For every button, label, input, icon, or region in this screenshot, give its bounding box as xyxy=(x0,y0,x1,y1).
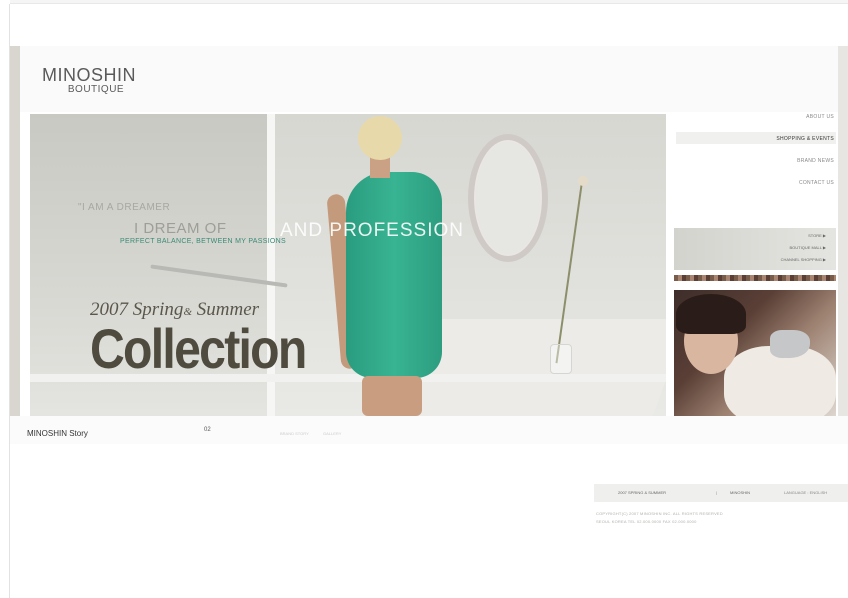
sub-nav-store[interactable]: STORE ▶ xyxy=(808,233,826,238)
site-frame: MINOSHIN BOUTIQUE "I AM A DREAMER I DREA… xyxy=(10,46,848,598)
browser-top-edge xyxy=(10,0,848,4)
model-legs xyxy=(362,376,422,416)
pattern-strip-image xyxy=(674,275,836,281)
model-hair xyxy=(358,116,402,160)
sub-nav-boutique-mall[interactable]: BOUTIQUE MALL ▶ xyxy=(790,245,827,250)
footer-address: SEOUL KOREA TEL 02.000.0000 FAX 02.000.0… xyxy=(596,519,697,524)
sub-nav-panel: STORE ▶ BOUTIQUE MALL ▶ CHANNEL SHOPPING… xyxy=(674,228,836,270)
left-decor-strip xyxy=(10,46,20,416)
mirror-image xyxy=(468,134,548,262)
photo-hair xyxy=(676,294,746,334)
story-thumb-strip: BRAND STORY GALLERY xyxy=(118,431,368,439)
footer-bar: 2007 SPRING & SUMMER | MINOSHIN LANGUAGE… xyxy=(594,484,848,502)
story-title: MINOSHIN Story xyxy=(27,429,88,438)
photo-bow xyxy=(770,330,810,358)
story-thumb-3[interactable]: BRAND STORY xyxy=(280,431,320,439)
main-nav: ABOUT US SHOPPING & EVENTS BRAND NEWS CO… xyxy=(676,114,836,194)
brand-name: MINOSHIN xyxy=(42,65,136,85)
footer-brand-link[interactable]: MINOSHIN xyxy=(730,490,750,495)
vase-image xyxy=(550,344,572,374)
story-page-number[interactable]: 02 xyxy=(204,427,211,433)
sub-nav-channel-shopping[interactable]: CHANNEL SHOPPING ▶ xyxy=(781,257,826,262)
brand-logo[interactable]: MINOSHIN BOUTIQUE xyxy=(42,66,136,96)
footer-language-select[interactable]: LANGUAGE : ENGLISH xyxy=(784,490,827,495)
story-thumb-4[interactable]: GALLERY xyxy=(323,431,363,439)
hero-quote-big: I DREAM OF xyxy=(134,220,227,237)
flower-image xyxy=(578,176,588,186)
header: MINOSHIN BOUTIQUE xyxy=(10,46,848,112)
feature-photo[interactable] xyxy=(674,290,836,416)
hero-quote-big-overlay: AND PROFESSION xyxy=(280,220,464,241)
nav-shopping-events[interactable]: SHOPPING & EVENTS xyxy=(776,136,834,142)
right-decor-strip xyxy=(838,46,848,416)
story-thumb-2[interactable] xyxy=(228,431,278,439)
footer-season-link[interactable]: 2007 SPRING & SUMMER xyxy=(618,490,666,495)
story-thumb-1[interactable] xyxy=(118,431,178,439)
hero-quote-small: "I AM A DREAMER xyxy=(78,202,171,213)
story-band xyxy=(10,416,848,444)
hero-banner[interactable]: "I AM A DREAMER I DREAM OF AND PROFESSIO… xyxy=(30,114,666,416)
brand-subtitle: BOUTIQUE xyxy=(67,84,125,95)
hero-quote-tagline: PERFECT BALANCE, BETWEEN MY PASSIONS xyxy=(120,238,287,245)
collection-headline: Collection xyxy=(90,317,307,380)
model-dress xyxy=(346,172,442,378)
footer-separator: | xyxy=(716,490,718,495)
nav-about-us[interactable]: ABOUT US xyxy=(806,114,834,120)
nav-brand-news[interactable]: BRAND NEWS xyxy=(797,158,834,164)
model-image xyxy=(326,114,450,416)
nav-contact-us[interactable]: CONTACT US xyxy=(799,180,834,186)
footer-copyright: COPYRIGHT(C) 2007 MINOSHIN INC. ALL RIGH… xyxy=(596,511,723,516)
